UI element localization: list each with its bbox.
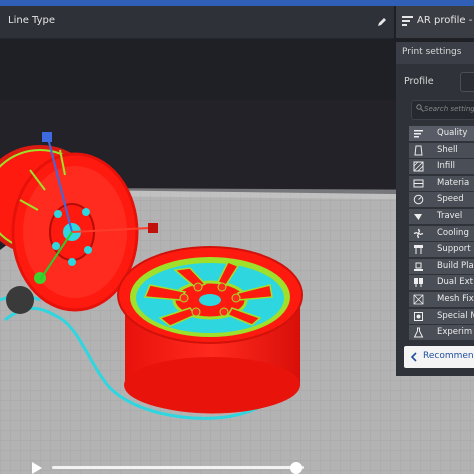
printer-settings-icon bbox=[402, 16, 413, 26]
travel-icon bbox=[414, 213, 422, 220]
special-modes-icon bbox=[414, 311, 423, 321]
search-placeholder: Search settings bbox=[424, 105, 474, 113]
viewport-toolbar: Line Type bbox=[0, 6, 394, 39]
material-icon bbox=[413, 179, 424, 188]
category-support[interactable]: Support bbox=[409, 242, 474, 258]
settings-category-list: Quality Shell Infill Materia Speed Trave… bbox=[409, 126, 474, 342]
support-icon bbox=[414, 245, 423, 255]
search-icon bbox=[416, 104, 424, 112]
view-mode-label[interactable]: Line Type bbox=[8, 15, 55, 26]
speed-icon bbox=[413, 195, 424, 205]
mesh-fixes-icon bbox=[413, 294, 424, 305]
pencil-icon[interactable] bbox=[376, 16, 388, 28]
chevron-left-icon bbox=[410, 352, 417, 362]
gizmo-x-handle[interactable] bbox=[148, 223, 158, 233]
profile-dropdown[interactable] bbox=[460, 72, 474, 92]
category-material[interactable]: Materia bbox=[409, 175, 474, 191]
category-speed[interactable]: Speed bbox=[409, 192, 474, 208]
category-build-plate[interactable]: Build Pla bbox=[409, 258, 474, 274]
dual-extrusion-icon bbox=[414, 278, 423, 288]
infill-icon bbox=[413, 161, 424, 172]
recommended-button[interactable]: Recommend bbox=[404, 346, 474, 368]
category-infill[interactable]: Infill bbox=[409, 159, 474, 175]
category-shell[interactable]: Shell bbox=[409, 142, 474, 158]
play-icon[interactable] bbox=[30, 462, 44, 474]
category-cooling[interactable]: Cooling bbox=[409, 225, 474, 241]
layer-slider-track[interactable] bbox=[52, 466, 304, 469]
category-quality[interactable]: Quality bbox=[409, 126, 474, 141]
build-plate-icon bbox=[414, 262, 423, 271]
shell-icon bbox=[414, 145, 423, 156]
category-travel[interactable]: Travel bbox=[409, 208, 474, 224]
category-dual-extrusion[interactable]: Dual Ext bbox=[409, 275, 474, 291]
category-special-modes[interactable]: Special M bbox=[409, 308, 474, 324]
wheel-model-front[interactable] bbox=[117, 246, 303, 414]
cooling-icon bbox=[413, 228, 424, 238]
panel-title: Print settings bbox=[396, 42, 474, 64]
gizmo-z-handle[interactable] bbox=[42, 132, 52, 142]
search-settings-input[interactable]: Search settings bbox=[411, 100, 474, 120]
experimental-icon bbox=[413, 327, 424, 338]
active-profile-name: AR profile - Su bbox=[417, 15, 474, 26]
category-mesh-fixes[interactable]: Mesh Fix bbox=[409, 291, 474, 307]
quality-icon bbox=[414, 130, 423, 138]
print-settings-panel: Print settings Profile Search settings Q… bbox=[396, 42, 474, 376]
category-experimental[interactable]: Experim bbox=[409, 325, 474, 341]
print-settings-header[interactable]: AR profile - Su bbox=[396, 6, 474, 38]
profile-label: Profile bbox=[404, 76, 434, 87]
